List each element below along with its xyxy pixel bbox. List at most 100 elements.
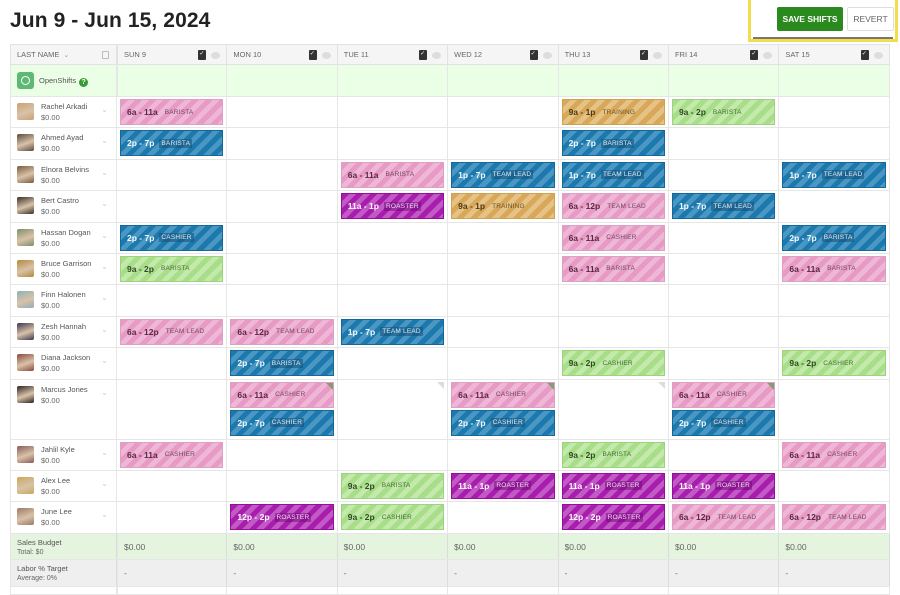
schedule-cell[interactable]: 9a - 2p CASHIER: [559, 348, 669, 379]
labor-cell[interactable]: -: [227, 559, 338, 586]
schedule-cell[interactable]: [559, 316, 669, 348]
shift-block[interactable]: 1p - 7p TEAM LEAD: [561, 161, 665, 188]
open-shift-cell[interactable]: [669, 65, 780, 96]
shift-block[interactable]: 6a - 12p TEAM LEAD: [120, 318, 224, 345]
schedule-cell[interactable]: [338, 285, 449, 316]
schedule-cell[interactable]: [669, 439, 780, 470]
schedule-cell[interactable]: [669, 159, 780, 191]
employee-cell[interactable]: Jahlil Kyle $0.00 ⌄: [10, 439, 117, 470]
schedule-cell[interactable]: 6a - 12p TEAM LEAD: [559, 191, 669, 222]
clipboard-check-icon[interactable]: [860, 50, 869, 60]
schedule-cell[interactable]: 9a - 1p TRAINING: [448, 191, 559, 222]
schedule-cell[interactable]: 12p - 2p ROASTER: [227, 502, 338, 533]
shift-block[interactable]: 6a - 11a CASHIER: [230, 381, 334, 408]
employee-cell[interactable]: Finn Halonen $0.00 ⌄: [10, 285, 117, 316]
schedule-cell[interactable]: 9a - 2p BARISTA: [559, 439, 669, 470]
schedule-cell[interactable]: [779, 470, 890, 502]
employee-cell[interactable]: Zesh Hannah $0.00 ⌄: [10, 316, 117, 348]
sales-cell[interactable]: $0.00: [669, 533, 780, 559]
open-shift-cell[interactable]: [559, 65, 669, 96]
sales-cell[interactable]: $0.00: [227, 533, 338, 559]
copy-icon[interactable]: [102, 51, 109, 59]
schedule-cell[interactable]: [117, 379, 228, 439]
employee-cell[interactable]: Hassan Dogan $0.00 ⌄: [10, 222, 117, 253]
shift-block[interactable]: 9a - 2p CASHIER: [782, 350, 886, 377]
clipboard-check-icon[interactable]: [639, 50, 648, 60]
comment-icon[interactable]: [763, 51, 773, 59]
comment-icon[interactable]: [873, 51, 883, 59]
chevron-down-icon[interactable]: ⌄: [101, 136, 108, 145]
chevron-down-icon[interactable]: ⌄: [101, 262, 108, 271]
schedule-cell[interactable]: [227, 97, 338, 128]
schedule-cell[interactable]: 11a - 1p ROASTER: [338, 191, 449, 222]
employee-cell[interactable]: Bruce Garrison $0.00 ⌄: [10, 253, 117, 285]
shift-block[interactable]: 1p - 7p TEAM LEAD: [340, 318, 445, 345]
schedule-cell[interactable]: 2p - 7p BARISTA: [117, 128, 228, 159]
schedule-cell[interactable]: [448, 253, 559, 285]
day-header-1[interactable]: MON 10: [227, 45, 338, 64]
shift-block[interactable]: 2p - 7p CASHIER: [671, 409, 776, 436]
shift-block[interactable]: 11a - 1p ROASTER: [451, 472, 555, 499]
schedule-cell[interactable]: [559, 285, 669, 316]
shift-block[interactable]: 6a - 12p TEAM LEAD: [671, 504, 776, 531]
schedule-cell[interactable]: [669, 128, 780, 159]
labor-cell[interactable]: -: [779, 559, 890, 586]
schedule-cell[interactable]: [227, 191, 338, 222]
schedule-cell[interactable]: 9a - 2p BARISTA: [669, 97, 780, 128]
labor-cell[interactable]: -: [448, 559, 559, 586]
schedule-cell[interactable]: 9a - 1p TRAINING: [559, 97, 669, 128]
schedule-cell[interactable]: [669, 253, 780, 285]
schedule-cell[interactable]: 9a - 2p BARISTA: [117, 253, 228, 285]
shift-block[interactable]: 9a - 2p BARISTA: [561, 441, 665, 468]
day-header-2[interactable]: TUE 11: [338, 45, 449, 64]
schedule-cell[interactable]: [338, 222, 449, 253]
shift-block[interactable]: 6a - 11a CASHIER: [561, 224, 665, 251]
sales-cell[interactable]: $0.00: [559, 533, 669, 559]
schedule-cell[interactable]: [448, 222, 559, 253]
schedule-cell[interactable]: 9a - 2p CASHIER: [338, 502, 449, 533]
schedule-cell[interactable]: 6a - 11a BARISTA: [559, 253, 669, 285]
chevron-down-icon[interactable]: ⌄: [101, 325, 108, 334]
open-shift-cell[interactable]: [779, 65, 890, 96]
shift-block[interactable]: 6a - 11a BARISTA: [782, 255, 886, 282]
open-shift-cell[interactable]: [117, 65, 228, 96]
chevron-down-icon[interactable]: ⌄: [101, 231, 108, 240]
shift-block[interactable]: 9a - 2p CASHIER: [340, 504, 445, 531]
schedule-cell[interactable]: [227, 470, 338, 502]
comment-icon[interactable]: [542, 51, 552, 59]
shift-block[interactable]: 9a - 1p TRAINING: [561, 99, 665, 125]
sort-last-name[interactable]: LAST NAME ⌄: [10, 45, 117, 64]
schedule-cell[interactable]: 2p - 7p BARISTA: [559, 128, 669, 159]
labor-cell[interactable]: -: [559, 559, 669, 586]
schedule-cell[interactable]: [779, 191, 890, 222]
schedule-cell[interactable]: 1p - 7p TEAM LEAD: [559, 159, 669, 191]
schedule-cell[interactable]: 2p - 7p BARISTA: [227, 348, 338, 379]
shift-block[interactable]: 9a - 2p BARISTA: [340, 472, 445, 499]
chevron-down-icon[interactable]: ⌄: [101, 356, 108, 365]
shift-block[interactable]: 9a - 2p CASHIER: [561, 350, 665, 377]
shift-block[interactable]: 2p - 7p BARISTA: [782, 224, 886, 251]
shift-block[interactable]: 1p - 7p TEAM LEAD: [671, 193, 776, 220]
schedule-cell[interactable]: 6a - 11a CASHIER: [779, 439, 890, 470]
shift-block[interactable]: 6a - 11a CASHIER: [782, 441, 886, 468]
chevron-down-icon[interactable]: ⌄: [101, 448, 108, 457]
chevron-down-icon[interactable]: ⌄: [101, 199, 108, 208]
schedule-cell[interactable]: [669, 316, 780, 348]
schedule-cell[interactable]: 6a - 11a BARISTA: [117, 97, 228, 128]
chevron-down-icon[interactable]: ⌄: [101, 293, 108, 302]
schedule-cell[interactable]: [227, 128, 338, 159]
chevron-down-icon[interactable]: ⌄: [101, 168, 108, 177]
sales-cell[interactable]: $0.00: [338, 533, 449, 559]
schedule-cell[interactable]: 6a - 11a CASHIER 2p - 7p CASHIER: [669, 379, 780, 439]
clipboard-check-icon[interactable]: [419, 50, 428, 60]
schedule-cell[interactable]: 6a - 11a BARISTA: [338, 159, 449, 191]
schedule-cell[interactable]: [117, 159, 228, 191]
clipboard-check-icon[interactable]: [308, 50, 317, 60]
sales-cell[interactable]: $0.00: [117, 533, 228, 559]
schedule-cell[interactable]: [338, 379, 449, 439]
shift-block[interactable]: 1p - 7p TEAM LEAD: [451, 161, 555, 188]
shift-block[interactable]: 12p - 2p ROASTER: [561, 504, 665, 531]
schedule-cell[interactable]: [117, 191, 228, 222]
schedule-cell[interactable]: [338, 253, 449, 285]
shift-block[interactable]: 11a - 1p ROASTER: [340, 193, 445, 220]
